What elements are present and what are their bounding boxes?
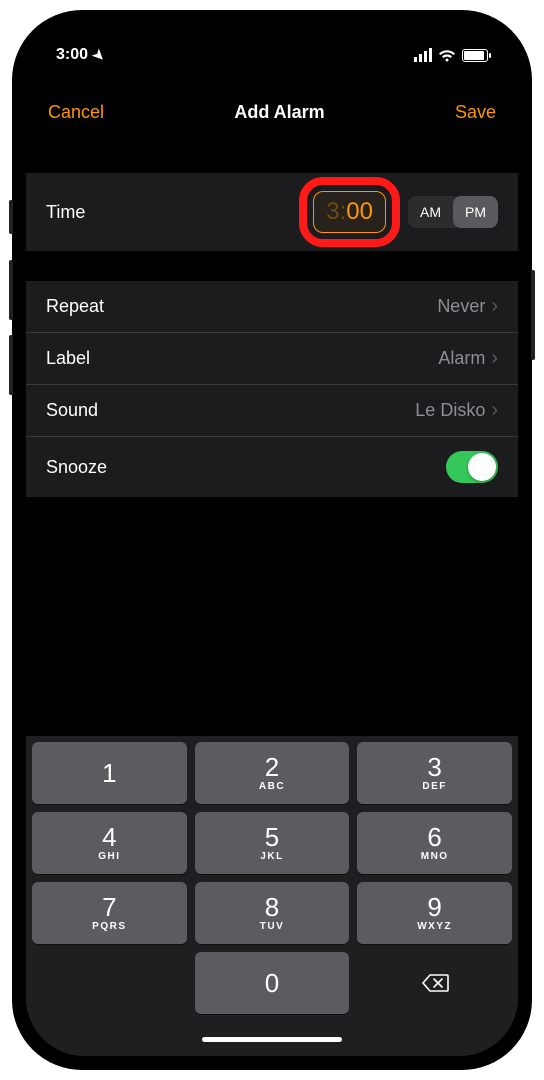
notch [172, 24, 372, 54]
backspace-icon [421, 973, 449, 993]
location-icon: ➤ [89, 45, 109, 65]
key-6[interactable]: 6 MNO [357, 812, 512, 874]
time-row: Time 3:00 AM PM [26, 173, 518, 251]
battery-icon [462, 49, 488, 62]
device-frame: 3:00 ➤ Cancel Add Alarm Save [12, 10, 532, 1070]
status-right [414, 48, 488, 62]
save-button[interactable]: Save [455, 102, 496, 123]
label-label: Label [46, 348, 438, 369]
snooze-label: Snooze [46, 457, 446, 478]
numeric-keypad: 1 2 ABC 3 DEF 4 GHI 5 JKL 6 MNO [26, 736, 518, 1022]
cellular-signal-icon [414, 48, 432, 62]
toggle-knob [468, 453, 496, 481]
key-backspace[interactable] [357, 952, 512, 1014]
time-label: Time [46, 202, 301, 223]
snooze-row: Snooze [26, 437, 518, 497]
key-2[interactable]: 2 ABC [195, 742, 350, 804]
snooze-toggle[interactable] [446, 451, 498, 483]
nav-header: Cancel Add Alarm Save [26, 72, 518, 143]
key-0[interactable]: 0 [195, 952, 350, 1014]
label-row[interactable]: Label Alarm › [26, 333, 518, 385]
sound-label: Sound [46, 400, 415, 421]
key-5[interactable]: 5 JKL [195, 812, 350, 874]
repeat-label: Repeat [46, 296, 437, 317]
settings-list: Repeat Never › Label Alarm › Sound Le Di… [26, 281, 518, 497]
content-spacer [26, 497, 518, 736]
cancel-button[interactable]: Cancel [48, 102, 104, 123]
time-hour: 3 [326, 198, 339, 225]
status-time: 3:00 [56, 46, 88, 64]
time-input[interactable]: 3:00 [313, 191, 386, 233]
key-7[interactable]: 7 PQRS [32, 882, 187, 944]
am-button[interactable]: AM [408, 196, 453, 228]
key-4[interactable]: 4 GHI [32, 812, 187, 874]
power-button [531, 270, 535, 360]
chevron-right-icon: › [491, 295, 498, 318]
sound-row[interactable]: Sound Le Disko › [26, 385, 518, 437]
home-indicator-area [26, 1022, 518, 1056]
repeat-row[interactable]: Repeat Never › [26, 281, 518, 333]
key-blank [32, 952, 187, 1014]
volume-up-button [9, 260, 13, 320]
key-9[interactable]: 9 WXYZ [357, 882, 512, 944]
time-minute: 00 [346, 198, 373, 225]
repeat-value: Never [437, 296, 485, 317]
key-1[interactable]: 1 [32, 742, 187, 804]
mute-switch [9, 200, 13, 234]
chevron-right-icon: › [491, 347, 498, 370]
volume-down-button [9, 335, 13, 395]
wifi-icon [438, 49, 456, 62]
home-indicator[interactable] [202, 1037, 342, 1042]
status-left: 3:00 ➤ [56, 46, 105, 64]
label-value: Alarm [438, 348, 485, 369]
sound-value: Le Disko [415, 400, 485, 421]
key-3[interactable]: 3 DEF [357, 742, 512, 804]
time-input-wrap: 3:00 [313, 191, 386, 233]
key-8[interactable]: 8 TUV [195, 882, 350, 944]
chevron-right-icon: › [491, 399, 498, 422]
page-title: Add Alarm [234, 102, 324, 123]
screen: 3:00 ➤ Cancel Add Alarm Save [26, 24, 518, 1056]
pm-button[interactable]: PM [453, 196, 498, 228]
ampm-segmented-control[interactable]: AM PM [408, 196, 498, 228]
